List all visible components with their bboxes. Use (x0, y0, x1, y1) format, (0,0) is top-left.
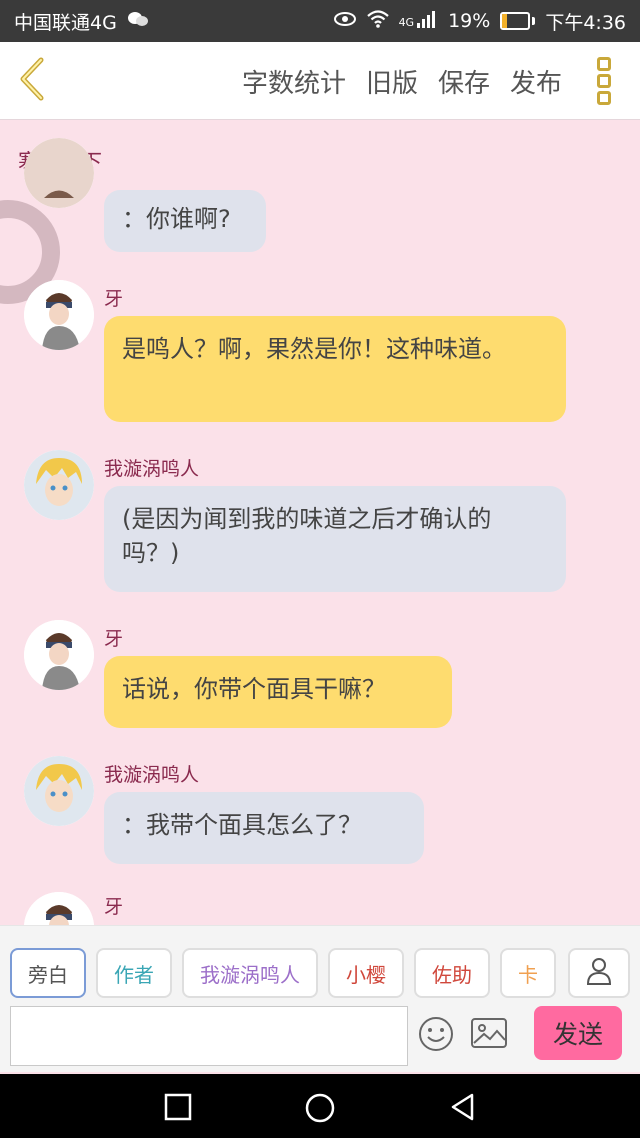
character-selector[interactable]: 旁白 作者 我漩涡鸣人 小樱 佐助 卡 (10, 948, 570, 998)
smiley-icon (418, 1017, 454, 1056)
character-manage-button[interactable] (568, 948, 630, 998)
avatar (24, 138, 94, 208)
message-bubble: (是因为闻到我的味道之后才确认的吗？) (104, 486, 566, 592)
recent-apps-icon[interactable] (163, 1092, 193, 1122)
character-chip-naruto[interactable]: 我漩涡鸣人 (182, 948, 318, 998)
system-nav-bar (0, 1074, 640, 1138)
network-type: 4G (398, 15, 415, 29)
word-count-button[interactable]: 字数统计 (242, 63, 346, 100)
character-chip-author[interactable]: 作者 (96, 948, 172, 998)
old-version-button[interactable]: 旧版 (366, 63, 418, 100)
composer-panel: 旁白 作者 我漩涡鸣人 小樱 佐助 卡 发送 (0, 925, 640, 1072)
editor-toolbar: 字数统计 旧版 保存 发布 (0, 42, 640, 120)
send-button[interactable]: 发送 (534, 1006, 622, 1060)
chip-label: 旁白 (28, 962, 68, 987)
back-nav-icon[interactable] (448, 1092, 478, 1122)
sender-name: 牙 (104, 628, 124, 650)
character-chip-sakura[interactable]: 小樱 (328, 948, 404, 998)
chat-area[interactable]: 寒暄一下 ：你谁啊? 牙 是鸣人？啊，果然是你！这种味道。 我漩涡鸣人 (是因为… (0, 120, 640, 925)
chip-label: 我漩涡鸣人 (200, 962, 300, 987)
message-input[interactable] (10, 1006, 408, 1066)
battery-icon (500, 12, 536, 30)
avatar (24, 620, 94, 690)
character-chip-kakashi[interactable]: 卡 (500, 948, 556, 998)
chip-label: 作者 (114, 962, 154, 987)
wifi-icon (366, 10, 389, 32)
avatar (24, 756, 94, 826)
signal-icon (416, 10, 438, 32)
image-icon (470, 1018, 508, 1054)
clock: 下午4:36 (545, 11, 626, 34)
sender-name: 我漩涡鸣人 (104, 764, 200, 786)
chip-label: 卡 (518, 962, 538, 987)
character-chip-narration[interactable]: 旁白 (10, 948, 86, 998)
back-button[interactable] (0, 42, 64, 120)
more-menu-button[interactable] (586, 54, 622, 108)
message-bubble: 是鸣人？啊，果然是你！这种味道。 (104, 316, 566, 422)
person-icon (586, 957, 612, 989)
home-icon[interactable] (304, 1092, 335, 1123)
save-button[interactable]: 保存 (438, 63, 490, 100)
sender-name: 牙 (104, 288, 124, 310)
avatar (24, 892, 94, 925)
sender-name: 牙 (104, 896, 124, 918)
menu-dot-icon (597, 91, 611, 105)
chevron-left-icon (17, 56, 47, 106)
eye-icon (333, 11, 357, 31)
image-button[interactable] (470, 1016, 508, 1052)
sender-name: 我漩涡鸣人 (104, 458, 200, 480)
menu-dot-icon (597, 57, 611, 71)
message-bubble: ：你谁啊? (104, 190, 266, 252)
status-bar: 中国联通4G 4G 19% 下午4:36 (0, 0, 640, 42)
battery-percent: 19% (448, 10, 491, 32)
message-bubble: ：我带个面具怎么了？ (104, 792, 424, 864)
chip-label: 小樱 (346, 962, 386, 987)
avatar (24, 450, 94, 520)
publish-button[interactable]: 发布 (510, 63, 562, 100)
chip-label: 佐助 (432, 962, 472, 987)
menu-dot-icon (597, 74, 611, 88)
message-bubble: 话说，你带个面具干嘛？ (104, 656, 452, 728)
character-chip-sasuke[interactable]: 佐助 (414, 948, 490, 998)
emoji-button[interactable] (418, 1016, 454, 1052)
avatar (24, 280, 94, 350)
carrier-label: 中国联通4G (14, 11, 117, 34)
wechat-icon (127, 10, 149, 32)
